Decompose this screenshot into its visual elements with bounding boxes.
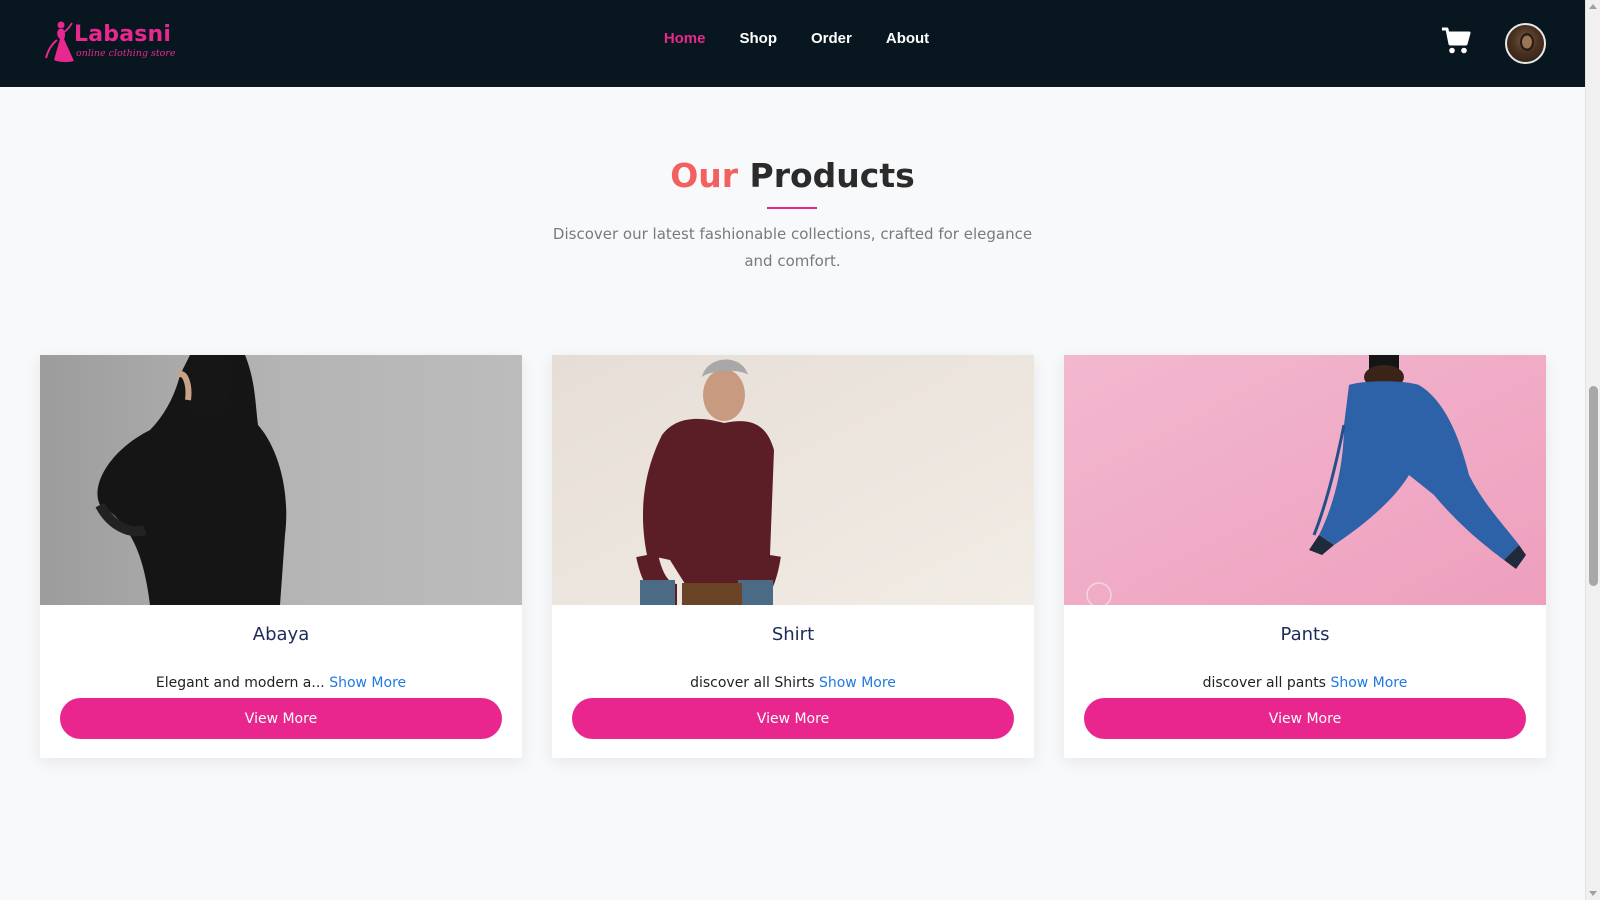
show-more-link[interactable]: Show More bbox=[329, 675, 406, 691]
main-nav: Home Shop Order About bbox=[0, 30, 1585, 47]
scroll-down-arrow-icon[interactable] bbox=[1589, 891, 1597, 896]
product-title: Pants bbox=[1280, 624, 1330, 645]
view-more-button[interactable]: View More bbox=[572, 698, 1014, 739]
avatar-portrait-icon bbox=[1516, 33, 1538, 62]
product-title: Abaya bbox=[252, 624, 310, 645]
page-scrollbar[interactable] bbox=[1585, 0, 1600, 900]
show-more-link[interactable]: Show More bbox=[819, 675, 896, 691]
product-title: Shirt bbox=[771, 624, 815, 645]
product-card-shirt: Shirt discover all Shirts Show More View… bbox=[552, 355, 1034, 758]
product-card-pants: Pants discover all pants Show More View … bbox=[1064, 355, 1546, 758]
product-description: discover all Shirts Show More bbox=[552, 675, 1034, 691]
show-more-link[interactable]: Show More bbox=[1330, 675, 1407, 691]
nav-home[interactable]: Home bbox=[664, 30, 706, 47]
view-more-button[interactable]: View More bbox=[60, 698, 502, 739]
view-more-button[interactable]: View More bbox=[1084, 698, 1526, 739]
section-title-rest: Products bbox=[749, 156, 915, 195]
scroll-up-arrow-icon[interactable] bbox=[1589, 4, 1597, 9]
product-description: Elegant and modern a... Show More bbox=[40, 675, 522, 691]
scroll-thumb[interactable] bbox=[1589, 386, 1598, 586]
section-title: Our Products bbox=[0, 156, 1585, 195]
nav-order[interactable]: Order bbox=[811, 30, 852, 47]
navbar: Labasni online clothing store Home Shop … bbox=[0, 0, 1585, 87]
product-description: discover all pants Show More bbox=[1064, 675, 1546, 691]
product-description-text: Elegant and modern a... bbox=[155, 675, 325, 691]
brand-tagline: online clothing store bbox=[76, 48, 176, 59]
product-description-text: discover all Shirts bbox=[690, 675, 815, 691]
section-subtitle: Discover our latest fashionable collecti… bbox=[552, 225, 1033, 270]
product-card-abaya: Abaya Elegant and modern a... Show More … bbox=[40, 355, 522, 758]
section-title-accent: Our bbox=[670, 156, 739, 195]
product-description-text: discover all pants bbox=[1202, 675, 1326, 691]
cart-icon[interactable] bbox=[1441, 27, 1471, 55]
product-image-pants bbox=[1064, 355, 1546, 605]
product-image-abaya bbox=[40, 355, 522, 605]
product-image-shirt bbox=[552, 355, 1034, 605]
user-avatar[interactable] bbox=[1505, 23, 1546, 64]
title-underline bbox=[767, 207, 817, 209]
nav-about[interactable]: About bbox=[886, 30, 929, 47]
nav-shop[interactable]: Shop bbox=[740, 30, 778, 47]
